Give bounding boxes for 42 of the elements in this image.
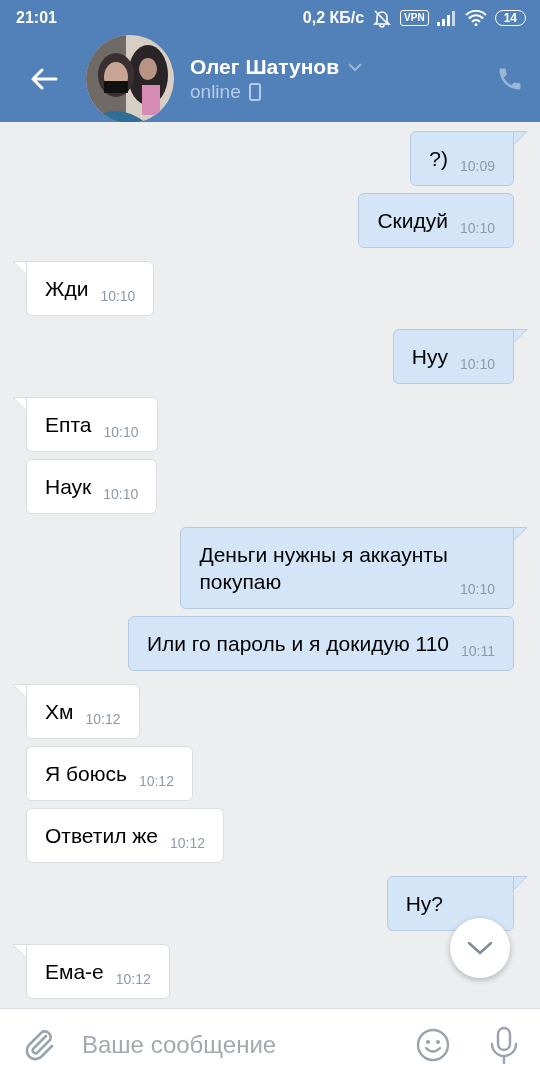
attach-icon[interactable]	[24, 1027, 56, 1062]
message-input[interactable]: Ваше сообщение	[80, 1025, 400, 1064]
message-text: Скидуй	[377, 208, 448, 234]
message-time: 10:12	[138, 772, 174, 791]
signal-icon	[436, 10, 457, 26]
message-text: Наук	[45, 474, 92, 500]
message-text: Ну?	[405, 891, 443, 917]
message-text: Ема-е	[45, 959, 104, 985]
network-speed: 0,2 КБ/с	[302, 8, 365, 28]
message-text: Нуу	[411, 344, 448, 370]
message-text: Или го пароль и я докидую 110	[146, 631, 449, 657]
message-text: Жди	[45, 276, 89, 302]
online-status: online	[190, 80, 241, 104]
message-time: 10:12	[85, 710, 121, 729]
bell-off-icon	[372, 8, 393, 28]
chevron-down-icon	[466, 940, 494, 956]
message-text: Епта	[45, 412, 92, 438]
clock: 21:01	[16, 8, 57, 28]
message-time: 10:10	[459, 219, 495, 238]
chevron-down-icon[interactable]	[347, 62, 364, 72]
contact-name[interactable]: Олег Шатунов	[190, 54, 340, 80]
message-text: Хм	[45, 699, 74, 725]
vpn-indicator: VPN	[400, 10, 429, 26]
message-time: 10:10	[459, 355, 495, 374]
scroll-down-button[interactable]	[450, 918, 510, 978]
message-time: 10:11	[461, 642, 495, 661]
message-time: 10:10	[100, 287, 136, 306]
wifi-icon	[464, 10, 487, 26]
message-time: 10:10	[103, 485, 139, 504]
back-arrow-icon	[30, 67, 58, 91]
message-time: 10:10	[459, 580, 495, 599]
message-text: Я боюсь	[45, 761, 127, 787]
message-time: 10:09	[459, 157, 495, 176]
message-time: 10:12	[170, 834, 206, 853]
message-time: 10:10	[103, 423, 139, 442]
phone-device-icon	[248, 83, 261, 101]
message-text: Деньги нужны я аккаунты покупаю	[199, 542, 448, 595]
message-text: ?)	[429, 146, 448, 172]
message-time: 10:12	[115, 970, 151, 989]
microphone-icon[interactable]	[490, 1025, 518, 1064]
message-text: Ответил же	[45, 823, 159, 849]
emoji-icon[interactable]	[416, 1027, 450, 1062]
